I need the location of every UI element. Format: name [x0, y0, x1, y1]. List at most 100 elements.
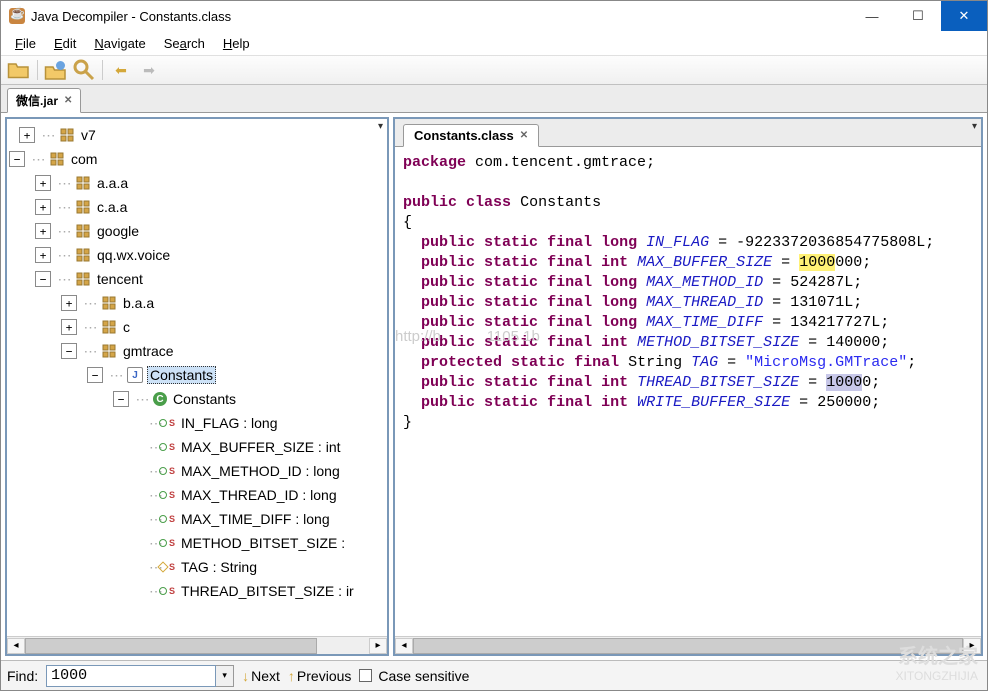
menu-search[interactable]: Search: [156, 34, 213, 53]
case-sensitive-checkbox[interactable]: Case sensitive: [359, 668, 469, 684]
tree-node-tencent[interactable]: − ⋯ tencent: [9, 267, 385, 291]
next-label: Next: [251, 668, 280, 684]
tree-label: qq.wx.voice: [95, 247, 172, 263]
arrow-down-icon: ↓: [242, 668, 249, 684]
open-file-icon[interactable]: [7, 58, 31, 82]
main-area: ▾ + ⋯ v7 − ⋯ com + ⋯ a.a.a: [1, 113, 987, 660]
expand-icon[interactable]: +: [35, 199, 51, 215]
tree-node-google[interactable]: + ⋯ google: [9, 219, 385, 243]
project-tab[interactable]: 微信.jar ✕: [7, 88, 81, 113]
find-input[interactable]: [46, 665, 216, 687]
tree-field-tag[interactable]: ⋯ S TAG : String: [9, 555, 385, 579]
close-icon[interactable]: ✕: [64, 95, 72, 106]
tree-field-max-thread[interactable]: ⋯ S MAX_THREAD_ID : long: [9, 483, 385, 507]
chevron-down-icon[interactable]: ▾: [216, 665, 234, 687]
maximize-button[interactable]: ☐: [895, 1, 941, 31]
tree-node-constants-class[interactable]: − ⋯ C Constants: [9, 387, 385, 411]
tree-hscrollbar[interactable]: ◂ ▸: [7, 636, 387, 654]
tree-label: MAX_METHOD_ID : long: [179, 463, 342, 479]
tree-node-aaa[interactable]: + ⋯ a.a.a: [9, 171, 385, 195]
tree-field-in-flag[interactable]: ⋯ S IN_FLAG : long: [9, 411, 385, 435]
tree-label: tencent: [95, 271, 145, 287]
expand-icon[interactable]: +: [19, 127, 35, 143]
case-sensitive-label: Case sensitive: [378, 668, 469, 684]
tree-node-com[interactable]: − ⋯ com: [9, 147, 385, 171]
tree-field-max-buffer[interactable]: ⋯ S MAX_BUFFER_SIZE : int: [9, 435, 385, 459]
expand-icon[interactable]: +: [35, 247, 51, 263]
scroll-right-icon[interactable]: ▸: [369, 638, 387, 654]
close-icon[interactable]: ✕: [520, 130, 528, 141]
menu-file[interactable]: File: [7, 34, 44, 53]
tree-field-thread-bitset[interactable]: ⋯ S THREAD_BITSET_SIZE : ir: [9, 579, 385, 603]
package-icon: [75, 175, 91, 191]
tree-node-caa[interactable]: + ⋯ c.a.a: [9, 195, 385, 219]
tree-label: gmtrace: [121, 343, 176, 359]
menu-edit[interactable]: Edit: [46, 34, 84, 53]
menubar: File Edit Navigate Search Help: [1, 31, 987, 55]
package-icon: [101, 343, 117, 359]
collapse-icon[interactable]: −: [61, 343, 77, 359]
collapse-icon[interactable]: −: [35, 271, 51, 287]
panel-menu-icon[interactable]: ▾: [972, 121, 977, 132]
scroll-right-icon[interactable]: ▸: [963, 638, 981, 654]
collapse-icon[interactable]: −: [87, 367, 103, 383]
menu-navigate[interactable]: Navigate: [86, 34, 153, 53]
expand-icon[interactable]: +: [61, 319, 77, 335]
tree-node-c[interactable]: + ⋯ c: [9, 315, 385, 339]
field-icon: [159, 443, 167, 451]
tree-label: MAX_THREAD_ID : long: [179, 487, 339, 503]
package-icon: [75, 199, 91, 215]
java-file-icon: J: [127, 367, 143, 383]
forward-icon[interactable]: ➡: [137, 58, 161, 82]
project-tab-label: 微信.jar: [16, 92, 58, 109]
scroll-left-icon[interactable]: ◂: [395, 638, 413, 654]
back-icon[interactable]: ⬅: [109, 58, 133, 82]
package-icon: [101, 319, 117, 335]
tree-node-baa[interactable]: + ⋯ b.a.a: [9, 291, 385, 315]
tree-label: a.a.a: [95, 175, 130, 191]
tree-label: IN_FLAG : long: [179, 415, 280, 431]
editor-panel: ▾ Constants.class ✕ package com.tencent.…: [393, 117, 983, 656]
tree-label: METHOD_BITSET_SIZE :: [179, 535, 347, 551]
search-icon[interactable]: [72, 58, 96, 82]
find-label: Find:: [7, 668, 38, 684]
tree-field-max-time[interactable]: ⋯ S MAX_TIME_DIFF : long: [9, 507, 385, 531]
expand-icon[interactable]: +: [35, 223, 51, 239]
tree-node-qqwxvoice[interactable]: + ⋯ qq.wx.voice: [9, 243, 385, 267]
scroll-left-icon[interactable]: ◂: [7, 638, 25, 654]
tree-label: MAX_BUFFER_SIZE : int: [179, 439, 342, 455]
find-next-button[interactable]: ↓ Next: [242, 668, 280, 684]
project-tabbar: 微信.jar ✕: [1, 85, 987, 113]
find-previous-button[interactable]: ↑ Previous: [288, 668, 351, 684]
static-final-badge: S: [169, 586, 175, 596]
editor-hscrollbar[interactable]: ◂ ▸: [395, 636, 981, 654]
code-editor[interactable]: package com.tencent.gmtrace; public clas…: [395, 147, 981, 636]
tree-node-constants-file[interactable]: − ⋯ J Constants: [9, 363, 385, 387]
collapse-icon[interactable]: −: [113, 391, 129, 407]
static-final-badge: S: [169, 466, 175, 476]
tree-field-max-method[interactable]: ⋯ S MAX_METHOD_ID : long: [9, 459, 385, 483]
static-final-badge: S: [169, 442, 175, 452]
tree-node-v7[interactable]: + ⋯ v7: [9, 123, 385, 147]
package-icon: [101, 295, 117, 311]
collapse-icon[interactable]: −: [9, 151, 25, 167]
close-button[interactable]: ✕: [941, 1, 987, 31]
tree-label: MAX_TIME_DIFF : long: [179, 511, 332, 527]
tree-label: b.a.a: [121, 295, 156, 311]
open-type-icon[interactable]: [44, 58, 68, 82]
editor-tab[interactable]: Constants.class ✕: [403, 124, 539, 147]
find-bar: Find: ▾ ↓ Next ↑ Previous Case sensitive: [1, 660, 987, 690]
field-icon: [159, 587, 167, 595]
tree-node-gmtrace[interactable]: − ⋯ gmtrace: [9, 339, 385, 363]
tree-field-method-bitset[interactable]: ⋯ S METHOD_BITSET_SIZE :: [9, 531, 385, 555]
panel-menu-icon[interactable]: ▾: [378, 121, 383, 132]
expand-icon[interactable]: +: [61, 295, 77, 311]
tree-label: Constants: [171, 391, 238, 407]
static-final-badge: S: [169, 490, 175, 500]
tree-label: THREAD_BITSET_SIZE : ir: [179, 583, 356, 599]
tree-view[interactable]: + ⋯ v7 − ⋯ com + ⋯ a.a.a + ⋯: [7, 119, 387, 636]
expand-icon[interactable]: +: [35, 175, 51, 191]
tree-label: Constants: [147, 366, 216, 384]
menu-help[interactable]: Help: [215, 34, 258, 53]
minimize-button[interactable]: —: [849, 1, 895, 31]
